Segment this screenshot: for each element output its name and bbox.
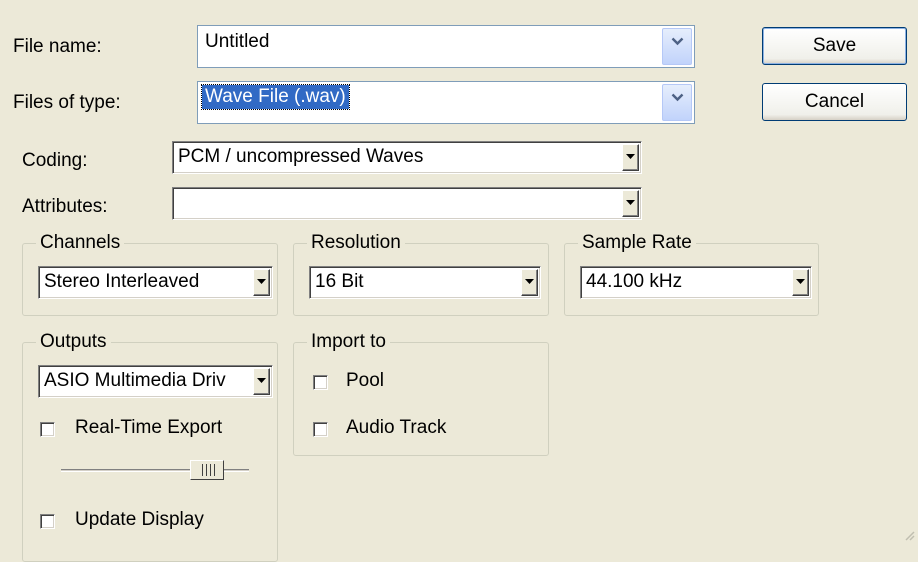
coding-label: Coding: bbox=[22, 150, 88, 171]
arrow-down-icon bbox=[626, 200, 635, 205]
attributes-dropdown-button[interactable] bbox=[622, 190, 639, 217]
channels-value: Stereo Interleaved bbox=[44, 271, 200, 292]
import-to-title: Import to bbox=[307, 331, 390, 353]
outputs-title: Outputs bbox=[36, 331, 111, 353]
file-type-dropdown-button[interactable] bbox=[662, 84, 692, 121]
chevron-down-icon bbox=[671, 93, 684, 102]
coding-dropdown-button[interactable] bbox=[622, 144, 639, 171]
cancel-button[interactable]: Cancel bbox=[762, 83, 907, 121]
resize-grip-icon[interactable] bbox=[900, 526, 916, 542]
update-display-label: Update Display bbox=[75, 509, 204, 530]
sample-rate-dropdown-button[interactable] bbox=[792, 269, 809, 296]
sample-rate-group: Sample Rate 44.100 kHz bbox=[564, 232, 819, 316]
files-of-type-label: Files of type: bbox=[13, 92, 121, 113]
file-name-combo[interactable]: Untitled bbox=[197, 25, 695, 68]
sample-rate-title: Sample Rate bbox=[578, 232, 696, 254]
resolution-combo[interactable]: 16 Bit bbox=[309, 266, 541, 299]
update-display-checkbox[interactable] bbox=[40, 514, 55, 529]
pool-label: Pool bbox=[346, 370, 385, 391]
arrow-down-icon bbox=[796, 279, 805, 284]
outputs-group: Outputs ASIO Multimedia Driv Real-Time E… bbox=[22, 331, 278, 562]
sample-rate-combo[interactable]: 44.100 kHz bbox=[580, 266, 812, 299]
file-name-value[interactable]: Untitled bbox=[205, 31, 269, 53]
slider-thumb[interactable] bbox=[190, 460, 224, 480]
realtime-export-label: Real-Time Export bbox=[75, 417, 223, 438]
file-type-value[interactable]: Wave File (.wav) bbox=[201, 84, 350, 110]
audio-track-checkbox[interactable] bbox=[313, 422, 328, 437]
save-button[interactable]: Save bbox=[762, 27, 907, 65]
attributes-combo[interactable] bbox=[172, 187, 642, 220]
file-name-dropdown-button[interactable] bbox=[662, 28, 692, 65]
arrow-down-icon bbox=[257, 378, 266, 383]
resolution-title: Resolution bbox=[307, 232, 405, 254]
resolution-dropdown-button[interactable] bbox=[521, 269, 538, 296]
resolution-group: Resolution 16 Bit bbox=[293, 232, 549, 316]
channels-dropdown-button[interactable] bbox=[253, 269, 270, 296]
resolution-value: 16 Bit bbox=[315, 271, 364, 292]
outputs-driver-dropdown-button[interactable] bbox=[253, 368, 270, 395]
arrow-down-icon bbox=[525, 279, 534, 284]
pool-checkbox[interactable] bbox=[313, 375, 328, 390]
coding-value: PCM / uncompressed Waves bbox=[178, 146, 424, 167]
arrow-down-icon bbox=[257, 279, 266, 284]
attributes-label: Attributes: bbox=[22, 196, 108, 217]
realtime-export-checkbox[interactable] bbox=[40, 422, 55, 437]
coding-combo[interactable]: PCM / uncompressed Waves bbox=[172, 141, 642, 174]
outputs-driver-value: ASIO Multimedia Driv bbox=[44, 370, 226, 391]
outputs-driver-combo[interactable]: ASIO Multimedia Driv bbox=[38, 365, 273, 398]
sample-rate-value: 44.100 kHz bbox=[586, 271, 683, 292]
channels-combo[interactable]: Stereo Interleaved bbox=[38, 266, 273, 299]
channels-title: Channels bbox=[36, 232, 125, 254]
audio-track-label: Audio Track bbox=[346, 417, 447, 438]
import-to-group: Import to Pool Audio Track bbox=[293, 331, 549, 456]
file-type-combo[interactable]: Wave File (.wav) bbox=[197, 81, 695, 124]
channels-group: Channels Stereo Interleaved bbox=[22, 232, 278, 316]
chevron-down-icon bbox=[671, 37, 684, 46]
arrow-down-icon bbox=[626, 154, 635, 159]
file-name-label: File name: bbox=[13, 36, 102, 57]
